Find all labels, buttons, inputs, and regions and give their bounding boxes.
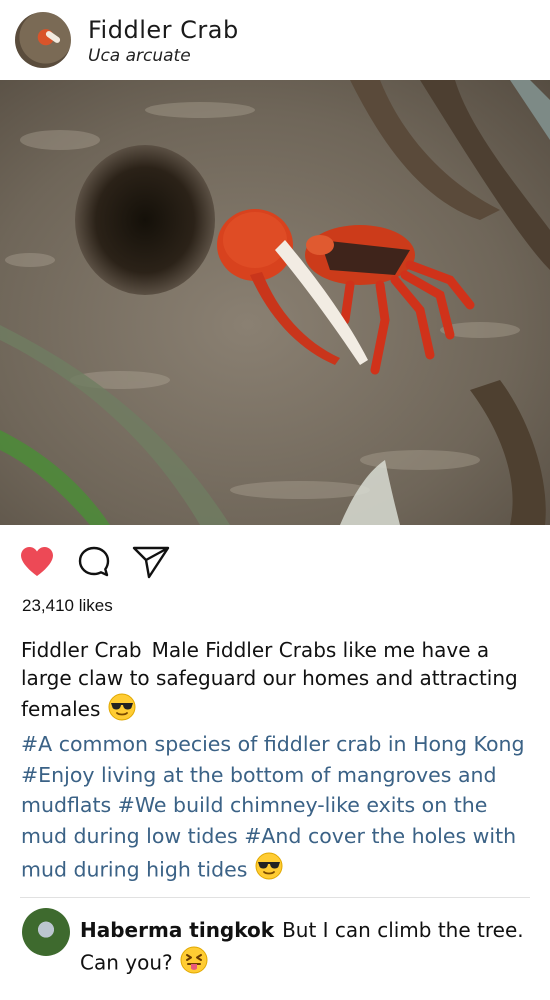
action-bar — [0, 540, 550, 585]
divider — [20, 897, 530, 898]
sunglasses-emoji-icon — [107, 692, 137, 729]
send-icon[interactable] — [131, 544, 171, 584]
likes-count[interactable]: 23,410 likes — [22, 596, 113, 616]
comment-username[interactable]: Haberma tingkok — [80, 918, 274, 942]
post-subtitle: Uca arcuate — [88, 46, 191, 66]
tongue-out-emoji-icon — [179, 945, 209, 983]
post-photo[interactable] — [0, 80, 550, 525]
post-title[interactable]: Fiddler Crab — [88, 16, 239, 44]
post-header: Fiddler Crab Uca arcuate — [0, 0, 550, 80]
crab-photo-illustration — [0, 80, 550, 525]
profile-avatar[interactable] — [15, 12, 71, 68]
sunglasses-emoji-icon — [254, 851, 284, 890]
hashtags: #A common species of fiddler crab in Hon… — [21, 729, 536, 890]
commenter-avatar[interactable] — [22, 908, 70, 956]
caption: Fiddler Crab Male Fiddler Crabs like me h… — [21, 636, 536, 729]
comment: Haberma tingkok But I can climb the tree.… — [80, 916, 540, 983]
comment-bubble-icon[interactable] — [77, 545, 111, 583]
heart-filled-icon[interactable] — [20, 546, 54, 582]
caption-username[interactable]: Fiddler Crab — [21, 638, 142, 662]
